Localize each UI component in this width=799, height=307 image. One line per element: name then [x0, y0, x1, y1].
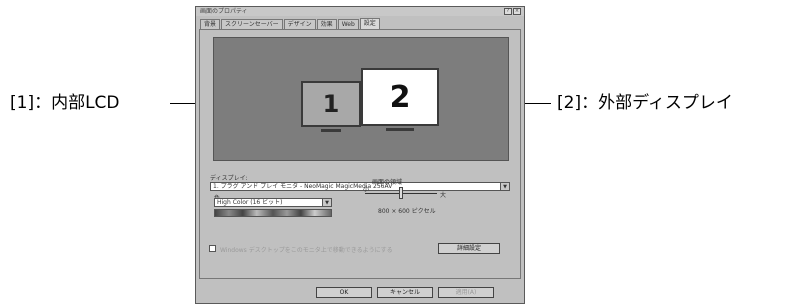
color-select-value: High Color (16 ビット)	[217, 199, 283, 206]
apply-button[interactable]: 適用(A)	[438, 287, 494, 298]
screen-area-label: 画面の領域	[372, 179, 403, 186]
tab-appearance[interactable]: デザイン	[283, 19, 316, 29]
extend-desktop-label: Windows デスクトップをこのモニタ上で移動できるようにする	[220, 247, 393, 254]
dialog-title: 画面のプロパティ	[200, 8, 248, 15]
screen-area-max: 大	[440, 192, 447, 199]
close-icon[interactable]: ×	[513, 8, 521, 15]
tab-effects[interactable]: 効果	[316, 19, 337, 29]
tab-strip: 背景 スクリーンセーバー デザイン 効果 Web 設定	[200, 18, 381, 29]
chevron-down-icon: ▼	[322, 199, 331, 206]
screen-area-value: 800 × 600 ピクセル	[378, 208, 436, 215]
monitor-1-stand	[321, 129, 341, 132]
tab-screensaver[interactable]: スクリーンセーバー	[221, 19, 283, 29]
callout-external-display: [2]：外部ディスプレイ	[557, 93, 733, 113]
chevron-down-icon: ▼	[500, 183, 509, 190]
settings-panel: 1 2 ディスプレイ: 1. プラグ アンド プレイ モニタ - NeoMagi…	[199, 29, 521, 279]
monitor-2-icon[interactable]: 2	[361, 68, 439, 126]
cancel-button[interactable]: キャンセル	[377, 287, 433, 298]
callout-internal-lcd: [1]：内部LCD	[10, 93, 120, 113]
display-label: ディスプレイ:	[210, 175, 248, 182]
screen-area-min: 小	[363, 186, 370, 193]
color-sample-bar	[214, 209, 332, 217]
extend-desktop-checkbox[interactable]	[209, 245, 216, 252]
display-select[interactable]: 1. プラグ アンド プレイ モニタ - NeoMagic MagicMedia…	[210, 182, 510, 191]
monitor-2-stand	[386, 128, 414, 131]
color-select[interactable]: High Color (16 ビット) ▼	[214, 198, 332, 207]
tab-settings[interactable]: 設定	[359, 18, 380, 29]
advanced-button[interactable]: 詳細設定	[438, 243, 500, 254]
ok-button[interactable]: OK	[316, 287, 372, 298]
monitor-1-icon[interactable]: 1	[301, 81, 361, 127]
tab-web[interactable]: Web	[337, 19, 359, 29]
screen-area-slider-thumb[interactable]	[399, 187, 403, 199]
monitor-preview-area: 1 2	[213, 37, 509, 161]
display-properties-dialog: 画面のプロパティ ? × 背景 スクリーンセーバー デザイン 効果 Web 設定…	[195, 6, 525, 304]
help-icon[interactable]: ?	[504, 8, 512, 15]
dialog-titlebar: 画面のプロパティ ? ×	[196, 7, 524, 16]
tab-background[interactable]: 背景	[200, 19, 221, 29]
